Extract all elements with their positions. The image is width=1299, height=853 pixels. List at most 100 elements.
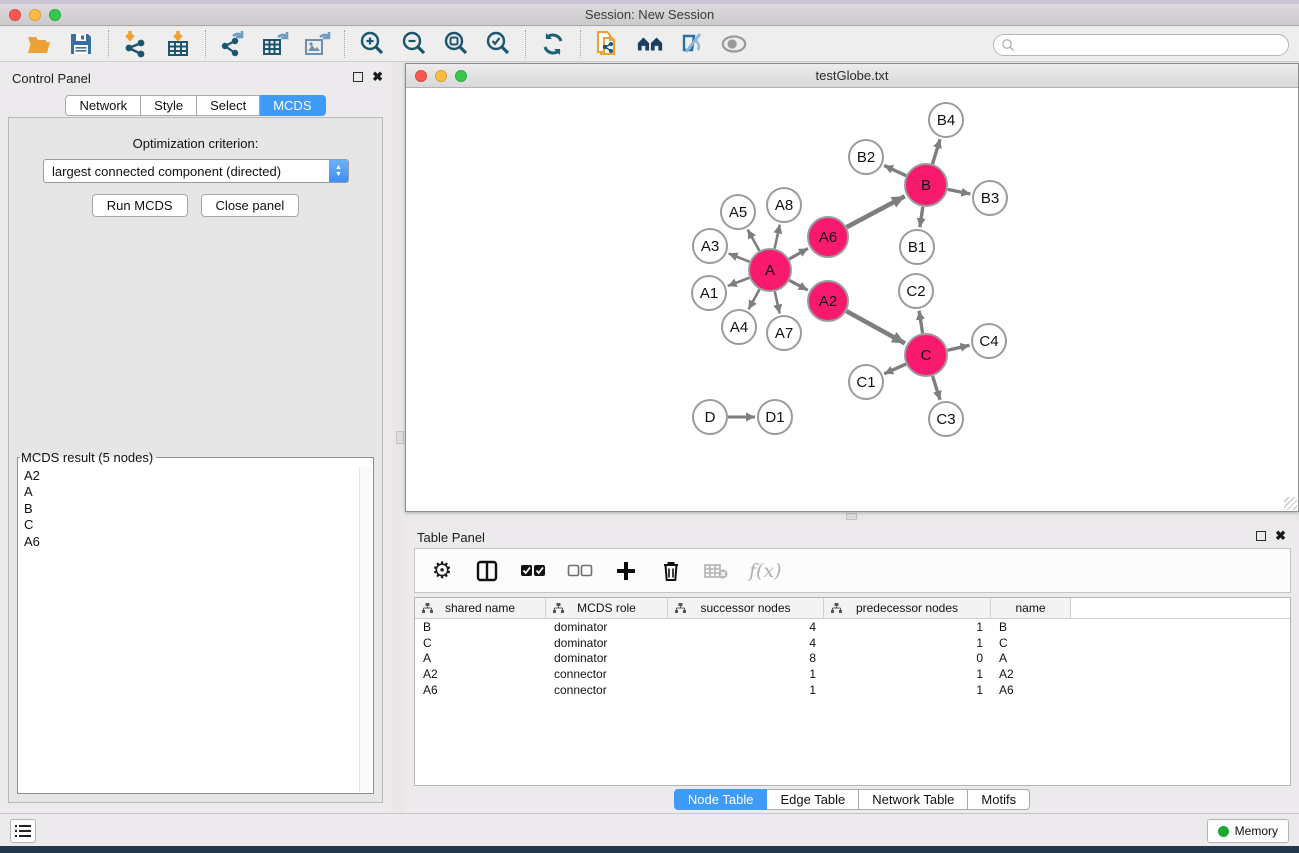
export-network-icon[interactable] [219,30,247,58]
edge-A-A8[interactable] [775,225,780,249]
import-table-icon[interactable] [164,30,192,58]
node-C2[interactable]: C2 [899,274,933,308]
show-all-icon[interactable] [720,30,748,58]
open-folder-icon[interactable] [25,30,53,58]
add-column-icon[interactable] [614,556,638,586]
result-scrollbar[interactable] [359,467,372,792]
table-settings-gear-icon[interactable]: ⚙ [430,556,454,586]
save-icon[interactable] [67,30,95,58]
tab-network-table[interactable]: Network Table [859,789,968,810]
result-item[interactable]: C [19,517,358,534]
node-D[interactable]: D [693,400,727,434]
node-A3[interactable]: A3 [693,229,727,263]
import-network-icon[interactable] [122,30,150,58]
edge-C-C4[interactable] [947,345,969,350]
node-C1[interactable]: C1 [849,365,883,399]
table-row[interactable]: Cdominator41C [415,635,1290,651]
zoom-selected-icon[interactable] [484,30,512,58]
tab-style[interactable]: Style [141,95,197,116]
new-network-from-selection-icon[interactable] [594,30,622,58]
hide-selection-icon[interactable] [678,30,706,58]
result-item[interactable]: A2 [19,467,358,484]
delete-table-icon[interactable] [704,556,728,586]
export-image-icon[interactable] [303,30,331,58]
node-B4[interactable]: B4 [929,103,963,137]
node-A[interactable]: A [749,249,791,291]
tab-node-table[interactable]: Node Table [674,789,768,810]
column-header-name[interactable]: name [991,598,1071,618]
refresh-icon[interactable] [539,30,567,58]
edge-A-A7[interactable] [775,291,780,313]
window-resize-grip[interactable] [1284,497,1297,510]
result-item[interactable]: B [19,500,358,517]
node-A1[interactable]: A1 [692,276,726,310]
table-row[interactable]: Bdominator41B [415,619,1290,635]
float-panel-icon[interactable] [353,72,363,82]
close-panel-icon[interactable]: ✖ [372,72,383,82]
column-header-predecessor-nodes[interactable]: predecessor nodes [824,598,991,618]
edge-B-B1[interactable] [920,207,923,227]
close-panel-button[interactable]: Close panel [201,194,300,217]
column-header-successor-nodes[interactable]: successor nodes [668,598,824,618]
tab-motifs[interactable]: Motifs [968,789,1030,810]
edge-A-A6[interactable] [789,248,808,259]
node-A8[interactable]: A8 [767,188,801,222]
search-input[interactable] [993,34,1289,56]
node-C3[interactable]: C3 [929,402,963,436]
node-A6[interactable]: A6 [808,217,848,257]
float-table-panel-icon[interactable] [1256,531,1266,541]
edge-B-B4[interactable] [932,139,940,164]
node-B1[interactable]: B1 [900,230,934,264]
edge-A-A3[interactable] [729,253,750,261]
run-mcds-button[interactable]: Run MCDS [92,194,188,217]
panel-divider-grip[interactable] [396,431,404,444]
network-canvas[interactable]: B4 B2 B B3 A5 A8A6 A3 B1 A A1 C2 A2 A4 A7 C4 C C1 C3 D D1 [406,88,1298,511]
node-A7[interactable]: A7 [767,316,801,350]
select-all-rows-icon[interactable] [520,556,546,586]
tab-mcds[interactable]: MCDS [260,95,325,116]
edge-C-C3[interactable] [933,376,940,400]
first-neighbors-icon[interactable] [636,30,664,58]
column-header-MCDS-role[interactable]: MCDS role [546,598,668,618]
edge-B-B3[interactable] [948,189,971,194]
edge-A-A1[interactable] [728,278,750,286]
node-A2[interactable]: A2 [808,281,848,321]
column-header-shared-name[interactable]: shared name [415,598,546,618]
edge-A-A4[interactable] [749,289,760,309]
node-C4[interactable]: C4 [972,324,1006,358]
delete-columns-icon[interactable] [659,556,683,586]
edge-B-B2[interactable] [884,165,906,175]
node-B[interactable]: B [905,164,947,206]
edge-C-C1[interactable] [884,364,906,374]
zoom-in-icon[interactable] [358,30,386,58]
node-B3[interactable]: B3 [973,181,1007,215]
split-table-icon[interactable] [475,556,499,586]
result-item[interactable]: A6 [19,533,358,550]
tab-select[interactable]: Select [197,95,260,116]
edge-A-A2[interactable] [789,280,807,290]
edge-C-C2[interactable] [919,311,923,334]
edge-A2-C[interactable] [846,311,905,343]
deselect-all-rows-icon[interactable] [567,556,593,586]
task-history-button[interactable] [10,819,36,843]
table-row[interactable]: A6connector11A6 [415,682,1290,698]
tab-network[interactable]: Network [65,95,141,116]
node-C[interactable]: C [905,334,947,376]
node-D1[interactable]: D1 [758,400,792,434]
result-item[interactable]: A [19,484,358,501]
node-A5[interactable]: A5 [721,195,755,229]
criterion-select[interactable]: largest connected component (directed) ▲… [43,159,349,183]
export-table-icon[interactable] [261,30,289,58]
tab-edge-table[interactable]: Edge Table [767,789,859,810]
zoom-fit-icon[interactable] [442,30,470,58]
node-A4[interactable]: A4 [722,310,756,344]
memory-button[interactable]: Memory [1207,819,1289,843]
edge-A6-B[interactable] [847,196,905,227]
close-table-panel-icon[interactable]: ✖ [1275,531,1286,541]
zoom-out-icon[interactable] [400,30,428,58]
table-row[interactable]: A2connector11A2 [415,666,1290,682]
table-divider-grip[interactable] [846,513,857,520]
table-row[interactable]: Adominator80A [415,651,1290,667]
edge-A-A5[interactable] [748,230,760,251]
node-B2[interactable]: B2 [849,140,883,174]
